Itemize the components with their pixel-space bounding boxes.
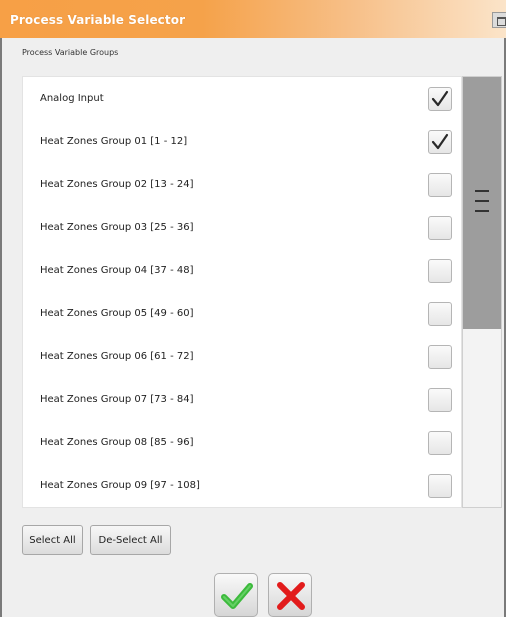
item-checkbox[interactable] [428, 87, 452, 111]
process-variable-selector-window: Process Variable Selector Process Variab… [0, 0, 506, 617]
group-list: Analog Input Heat Zones Group 01 [1 - 12… [22, 76, 462, 508]
item-checkbox[interactable] [428, 345, 452, 369]
item-checkbox[interactable] [428, 474, 452, 498]
item-label: Analog Input [40, 93, 104, 104]
window-title: Process Variable Selector [10, 13, 186, 27]
deselect-all-button[interactable]: De-Select All [90, 525, 171, 555]
list-item[interactable]: Heat Zones Group 04 [37 - 48] [23, 249, 461, 292]
item-checkbox[interactable] [428, 302, 452, 326]
groups-label: Process Variable Groups [22, 48, 119, 57]
list-item[interactable]: Heat Zones Group 07 [73 - 84] [23, 378, 461, 421]
list-item[interactable]: Heat Zones Group 01 [1 - 12] [23, 120, 461, 163]
title-bar[interactable]: Process Variable Selector [0, 0, 506, 39]
item-label: Heat Zones Group 08 [85 - 96] [40, 437, 194, 448]
check-icon [431, 90, 449, 107]
maximize-icon[interactable] [492, 12, 506, 28]
x-icon [277, 582, 305, 610]
item-label: Heat Zones Group 03 [25 - 36] [40, 222, 194, 233]
item-label: Heat Zones Group 09 [97 - 108] [40, 480, 200, 491]
checkmark-icon [221, 583, 253, 609]
list-item[interactable]: Heat Zones Group 05 [49 - 60] [23, 292, 461, 335]
item-checkbox[interactable] [428, 173, 452, 197]
ok-button[interactable] [214, 573, 258, 617]
item-checkbox[interactable] [428, 388, 452, 412]
item-checkbox[interactable] [428, 216, 452, 240]
list-item[interactable]: Heat Zones Group 03 [25 - 36] [23, 206, 461, 249]
item-checkbox[interactable] [428, 431, 452, 455]
scroll-thumb[interactable] [463, 77, 501, 329]
select-all-button[interactable]: Select All [22, 525, 83, 555]
item-checkbox[interactable] [428, 130, 452, 154]
grip-icon [475, 190, 489, 212]
item-checkbox[interactable] [428, 259, 452, 283]
list-item[interactable]: Heat Zones Group 02 [13 - 24] [23, 163, 461, 206]
list-item[interactable]: Heat Zones Group 08 [85 - 96] [23, 421, 461, 464]
item-label: Heat Zones Group 07 [73 - 84] [40, 394, 194, 405]
list-item[interactable]: Heat Zones Group 06 [61 - 72] [23, 335, 461, 378]
cancel-button[interactable] [268, 573, 312, 617]
list-scrollbar[interactable] [462, 76, 502, 508]
list-item[interactable]: Analog Input [23, 77, 461, 120]
item-label: Heat Zones Group 01 [1 - 12] [40, 136, 188, 147]
check-icon [431, 133, 449, 150]
item-label: Heat Zones Group 02 [13 - 24] [40, 179, 194, 190]
item-label: Heat Zones Group 06 [61 - 72] [40, 351, 194, 362]
item-label: Heat Zones Group 05 [49 - 60] [40, 308, 194, 319]
item-label: Heat Zones Group 04 [37 - 48] [40, 265, 194, 276]
list-item[interactable]: Heat Zones Group 09 [97 - 108] [23, 464, 461, 507]
